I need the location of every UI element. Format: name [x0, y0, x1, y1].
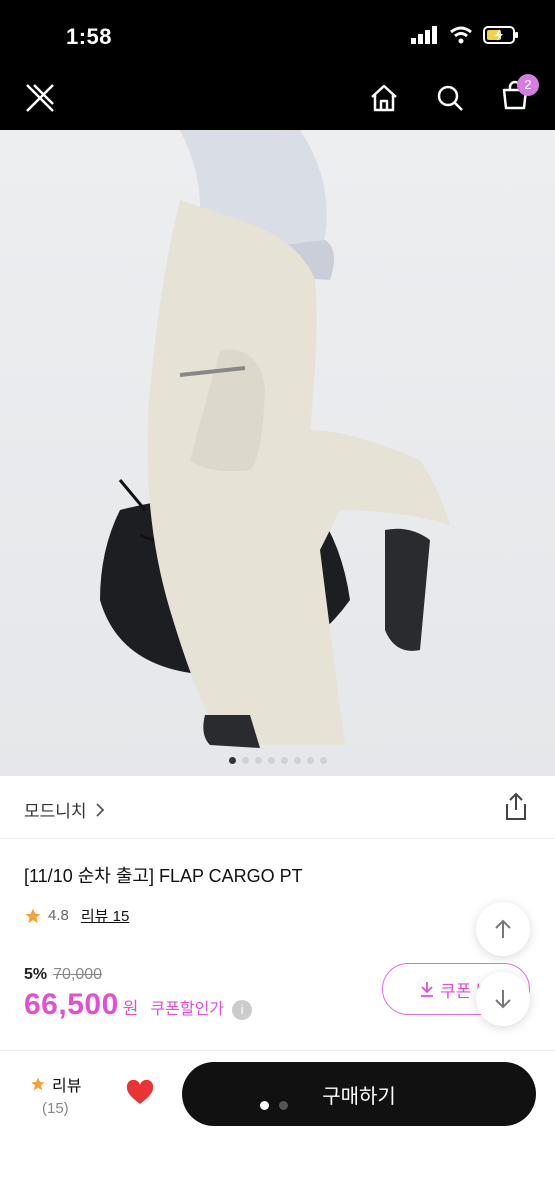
scroll-up-button[interactable] [476, 902, 530, 956]
buy-button[interactable]: 구매하기 [182, 1062, 536, 1126]
carousel-dot[interactable] [293, 757, 301, 764]
signal-icon [411, 26, 437, 44]
price-original-row: 5% 70,000 [24, 966, 102, 984]
star-icon [31, 1077, 45, 1091]
home-icon[interactable] [369, 83, 399, 113]
bottom-review-label: 리뷰 [52, 1078, 82, 1095]
sale-price: 66,500 [24, 988, 119, 1021]
cart-badge: 2 [517, 74, 539, 96]
original-price: 70,000 [53, 966, 103, 983]
bottom-review-button[interactable]: 리뷰 [30, 1072, 81, 1096]
product-photo [100, 130, 450, 748]
product-image-carousel[interactable] [0, 130, 555, 776]
brand-link[interactable]: 모드니치 [24, 797, 105, 822]
download-icon [421, 982, 434, 997]
wifi-icon [450, 26, 472, 44]
status-time: 1:58 [66, 24, 113, 49]
carousel-dot[interactable] [267, 757, 275, 764]
coupon-price-label: 쿠폰할인가 [150, 1001, 225, 1018]
currency-label: 원 [122, 999, 139, 1018]
arrow-up-icon [495, 919, 511, 938]
price-row: 66,500 원 쿠폰할인가 i [24, 988, 253, 1022]
nav-icons: 2 [369, 74, 539, 115]
carousel-dot[interactable] [280, 757, 288, 764]
pager-dot [279, 1101, 288, 1110]
bottom-review-count: (15) [42, 1100, 69, 1117]
heart-icon[interactable] [126, 1080, 154, 1106]
pager-dot [260, 1101, 269, 1110]
chevron-right-icon [95, 802, 104, 817]
carousel-dot[interactable] [241, 757, 249, 764]
top-bar: 1:58 2 [0, 0, 555, 130]
info-icon[interactable]: i [232, 1000, 253, 1020]
status-icons [411, 26, 519, 44]
carousel-dot[interactable] [319, 757, 327, 764]
buy-button-label: 구매하기 [322, 1085, 396, 1108]
rating-value: 4.8 [48, 907, 69, 924]
rating-row: 4.8 리뷰 15 [24, 905, 129, 926]
divider [0, 838, 555, 839]
carousel-dots [0, 757, 555, 764]
carousel-dot[interactable] [254, 757, 262, 764]
carousel-dot[interactable] [228, 757, 236, 764]
product-title: [11/10 순차 출고] FLAP CARGO PT [24, 866, 303, 886]
discount-rate: 5% [24, 966, 48, 983]
battery-icon [483, 26, 518, 44]
carousel-dot[interactable] [306, 757, 314, 764]
scroll-down-button[interactable] [476, 972, 530, 1026]
share-icon[interactable] [503, 792, 529, 822]
star-icon [25, 908, 41, 923]
close-icon[interactable] [24, 82, 56, 114]
cart-button[interactable]: 2 [501, 74, 539, 115]
brand-name: 모드니치 [24, 802, 87, 821]
review-link[interactable]: 리뷰 15 [81, 905, 129, 926]
buy-pager-dots [260, 1101, 288, 1110]
search-icon[interactable] [435, 83, 465, 113]
arrow-down-icon [495, 990, 511, 1009]
